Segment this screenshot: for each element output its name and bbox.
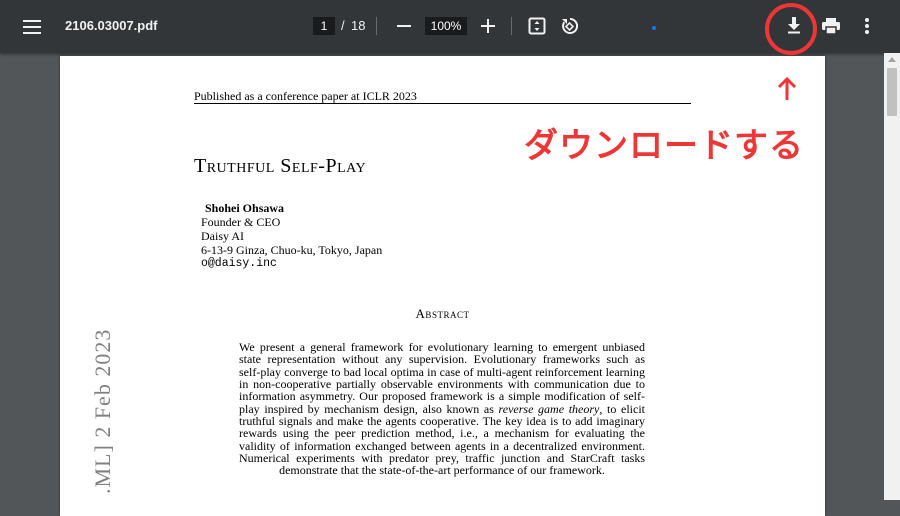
abstract-line: rewards using the peer prediction method… xyxy=(239,426,645,441)
author-role: Founder & CEO xyxy=(201,215,281,229)
zoom-level-input[interactable]: 100% xyxy=(425,17,467,35)
abstract-line: demonstrate that the state-of-the-art pe… xyxy=(279,463,605,478)
author-email: o@daisy.inc xyxy=(201,257,277,270)
fit-to-page-icon[interactable] xyxy=(526,15,548,37)
vertical-scrollbar[interactable] xyxy=(884,53,900,500)
author-address: 6-13-9 Ginza, Chuo-ku, Tokyo, Japan xyxy=(201,243,383,257)
loading-dot xyxy=(652,26,656,30)
hamburger-menu-icon[interactable] xyxy=(18,14,46,40)
paper-title: Truthful Self-Play xyxy=(194,155,367,177)
abstract-line: state representation without any supervi… xyxy=(239,352,645,367)
toolbar-divider xyxy=(511,17,512,35)
page-number-input[interactable]: 1 xyxy=(313,17,335,35)
minus-icon[interactable] xyxy=(394,16,414,36)
rotate-icon[interactable] xyxy=(559,15,581,37)
abstract-heading: Abstract xyxy=(415,306,470,321)
up-arrow-icon xyxy=(776,76,798,102)
header-rule xyxy=(194,103,691,104)
running-header: Published as a conference paper at ICLR … xyxy=(194,89,417,103)
file-name: 2106.03007.pdf xyxy=(65,18,158,33)
page-separator: / xyxy=(341,18,345,33)
download-annotation-text: ダウンロードする xyxy=(524,126,804,166)
plus-icon[interactable] xyxy=(478,16,498,36)
toolbar-divider xyxy=(376,17,377,35)
scroll-up-arrow-icon[interactable] xyxy=(888,57,896,62)
download-highlight-circle xyxy=(765,3,817,55)
author-org: Daisy AI xyxy=(201,229,244,243)
arxiv-stamp: .ML] 2 Feb 2023 xyxy=(90,328,115,494)
author-name: Shohei Ohsawa xyxy=(205,201,285,215)
abstract-body: We present a general framework for evolu… xyxy=(239,341,645,477)
scroll-thumb[interactable] xyxy=(887,68,897,116)
print-icon[interactable] xyxy=(820,15,842,37)
total-pages: 18 xyxy=(351,18,366,33)
more-vertical-icon[interactable] xyxy=(860,15,874,37)
